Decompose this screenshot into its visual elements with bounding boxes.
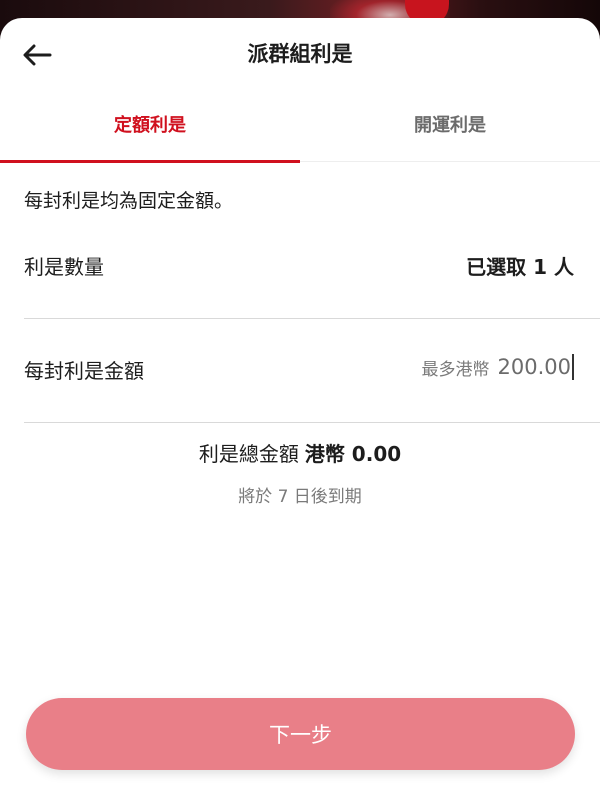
total-value: 港幣 0.00 [304,442,402,466]
amount-input[interactable]: 最多港幣 200.00 [364,351,574,383]
tab-fixed-amount[interactable]: 定額利是 [0,92,300,163]
back-button[interactable] [14,32,60,78]
amount-row: 每封利是金額 最多港幣 200.00 [24,354,600,395]
amount-label: 每封利是金額 [24,359,144,383]
total-label: 利是總金額 [198,442,299,466]
text-caret [572,354,574,380]
tab-label: 開運利是 [414,115,486,136]
header: 派群組利是 [0,18,600,92]
description-text: 每封利是均為固定金額。 [24,190,234,212]
divider [24,422,600,423]
amount-prefix: 最多港幣 [421,359,490,380]
quantity-label: 利是數量 [24,255,104,279]
next-button[interactable]: 下一步 [26,698,575,770]
expiry-text: 將於 7 日後到期 [238,487,362,507]
tab-label: 定額利是 [114,115,186,136]
quantity-row[interactable]: 利是數量 已選取 1 人 [24,251,600,291]
divider [24,318,600,319]
arrow-left-icon [23,44,52,66]
bottom-sheet: 派群組利是 定額利是 開運利是 每封利是均為固定金額。 利是數量 已選取 1 人… [0,18,600,790]
amount-value: 200.00 [497,355,571,379]
next-button-label: 下一步 [269,723,332,747]
total-amount: 利是總金額 港幣 0.00 [0,438,600,467]
tab-lucky-amount[interactable]: 開運利是 [300,92,600,162]
tab-bar: 定額利是 開運利是 [0,92,600,163]
active-tab-indicator [0,160,300,163]
quantity-value[interactable]: 已選取 1 人 [466,251,574,280]
page-title: 派群組利是 [247,42,353,66]
